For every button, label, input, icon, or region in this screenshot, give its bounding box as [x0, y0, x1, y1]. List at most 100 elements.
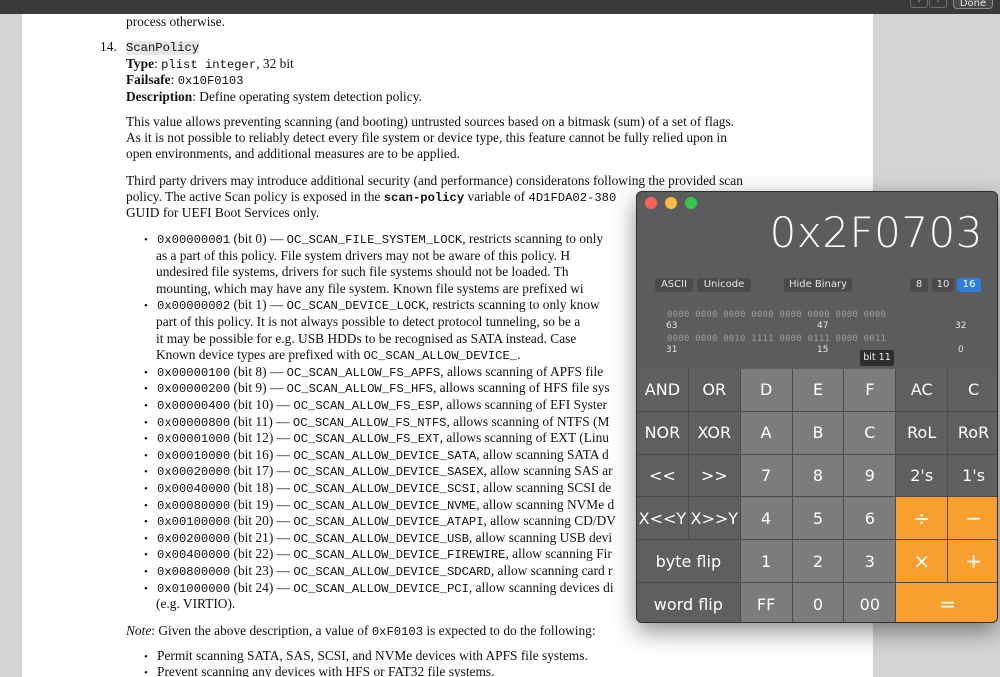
key-x-y-button[interactable]: X<<Y [637, 497, 688, 540]
bit-index-label: 63 [666, 321, 678, 331]
bullet-icon: • [144, 516, 148, 529]
flag-description: , allow scanning devices di [468, 579, 614, 595]
bullet-icon: • [144, 383, 148, 396]
key-op-button[interactable]: + [948, 540, 997, 583]
flag-name: OC_SCAN_ALLOW_FS_EXT [293, 432, 440, 447]
flag-bit: (bit 0) — [230, 231, 287, 246]
unicode-button[interactable]: Unicode [697, 278, 751, 292]
key-3-button[interactable]: 3 [844, 540, 896, 583]
key-c-button[interactable]: C [948, 369, 997, 411]
bullet-icon: • [144, 400, 148, 412]
key-op-button[interactable]: ÷ [896, 497, 948, 540]
key-xor-button[interactable]: XOR [688, 411, 740, 454]
key-8-button[interactable]: 8 [792, 454, 844, 497]
key-op-button[interactable]: = [896, 583, 997, 622]
flag-value: 0x00020000 [157, 465, 231, 480]
key-e-button[interactable]: E [792, 369, 844, 411]
key-9-button[interactable]: 9 [844, 454, 896, 497]
previous-page-button[interactable]: ‹ [910, 0, 928, 8]
flag-item: 0x00000100 (bit 8) — OC_SCAN_ALLOW_FS_AP… [157, 364, 603, 381]
bullet-icon: • [144, 416, 148, 429]
flag-bit: (bit 22) — [230, 546, 294, 562]
key-d-button[interactable]: D [740, 369, 792, 411]
note-label: Note [126, 623, 152, 638]
next-page-button[interactable]: › [929, 0, 947, 8]
flag-bit: (bit 19) — [230, 496, 294, 512]
description-value: : Define operating system detection poli… [192, 89, 422, 104]
key-op-button[interactable]: << [637, 454, 688, 497]
key-word-flip-button[interactable]: word flip [637, 583, 740, 622]
close-window-button[interactable] [645, 197, 657, 209]
key-5-button[interactable]: 5 [792, 497, 844, 540]
calculator-window[interactable]: 0x2F0703 ASCII Unicode Hide Binary 8 10 … [636, 191, 998, 623]
flag-value: 0x00000200 [157, 382, 231, 397]
key-4-button[interactable]: 4 [740, 497, 792, 540]
bullet-icon: • [144, 549, 148, 562]
binary-bits-high[interactable]: 0000 0000 0000 0000 0000 0000 0000 0000 [667, 310, 886, 320]
key-byte-flip-button[interactable]: byte flip [637, 540, 740, 583]
flag-description: , allows scanning of HFS file sys [432, 380, 610, 396]
flag-item: 0x00000002 (bit 1) — OC_SCAN_DEVICE_LOCK… [157, 297, 600, 314]
bullet-icon: • [144, 667, 148, 677]
base-16-button[interactable]: 16 [957, 278, 981, 292]
flag-description: , allow scanning SATA d [476, 446, 609, 462]
key-c-button[interactable]: C [844, 411, 896, 454]
key-2-button[interactable]: 2 [792, 540, 844, 583]
flag-value: 0x00000001 [157, 233, 231, 247]
key-b-button[interactable]: B [792, 411, 844, 454]
key-00-button[interactable]: 00 [844, 583, 896, 622]
key-ror-button[interactable]: RoR [948, 411, 997, 454]
flag-item: 0x00000800 (bit 11) — OC_SCAN_ALLOW_FS_N… [157, 414, 609, 431]
flag-value: 0x00080000 [157, 498, 231, 513]
list-item: Permit scanning SATA, SAS, SCSI, and NVM… [157, 648, 588, 663]
done-button[interactable]: Done [953, 0, 993, 9]
binary-bits-low[interactable]: 0000 0000 0010 1111 0000 0111 0000 0011 [667, 334, 886, 344]
chevron-right-icon: › [936, 0, 940, 6]
key-op-button[interactable]: × [896, 540, 948, 583]
flag-value: 0x00040000 [157, 482, 231, 496]
bullet-icon: • [144, 582, 148, 595]
flag-continuation: (e.g. VIRTIO). [156, 596, 236, 612]
code-run: OC_SCAN_ALLOW_DEVICE_ [363, 349, 518, 364]
paragraph-line: policy. The active Scan policy is expose… [126, 189, 616, 206]
bullet-icon: • [144, 234, 148, 246]
key-x-y-button[interactable]: X>>Y [688, 497, 740, 540]
key-6-button[interactable]: 6 [844, 497, 896, 540]
flag-bit: (bit 24) — [230, 579, 294, 595]
key-0-button[interactable]: 0 [792, 583, 844, 622]
type-line: Type: plist integer, 32 bit [126, 56, 294, 72]
flag-description: , allow scanning SCSI de [476, 480, 612, 495]
key-ac-button[interactable]: AC [896, 369, 948, 411]
flag-description: , allows scanning of EXT (Linu [439, 430, 609, 446]
key-or-button[interactable]: OR [688, 369, 740, 411]
key-2-s-button[interactable]: 2's [896, 454, 948, 497]
key-f-button[interactable]: F [844, 369, 896, 411]
key-and-button[interactable]: AND [637, 369, 688, 411]
flag-value: 0x00000100 [157, 365, 231, 380]
key-ff-button[interactable]: FF [740, 583, 792, 622]
flag-name: OC_SCAN_ALLOW_DEVICE_NVME [293, 498, 477, 513]
key-7-button[interactable]: 7 [740, 454, 792, 497]
key-nor-button[interactable]: NOR [637, 411, 688, 454]
key-1-s-button[interactable]: 1's [948, 454, 997, 497]
key-a-button[interactable]: A [740, 411, 792, 454]
zoom-window-button[interactable] [685, 197, 697, 209]
hide-binary-button[interactable]: Hide Binary [784, 278, 852, 292]
flag-value: 0x00000002 [157, 299, 231, 314]
paragraph-line: As it is not possible to reliably detect… [126, 130, 727, 145]
key-1-button[interactable]: 1 [740, 540, 792, 583]
flag-name: OC_SCAN_ALLOW_FS_ESP [293, 399, 440, 413]
flag-description: , allow scanning CD/DV [483, 513, 616, 529]
key-rol-button[interactable]: RoL [896, 411, 948, 454]
flag-name: OC_SCAN_ALLOW_FS_NTFS [292, 415, 447, 430]
minimize-window-button[interactable] [665, 197, 677, 209]
base-8-button[interactable]: 8 [910, 278, 928, 292]
flag-name: OC_SCAN_ALLOW_DEVICE_SDCARD [293, 565, 491, 579]
key-op-button[interactable]: >> [688, 454, 740, 497]
flag-name: OC_SCAN_ALLOW_DEVICE_FIREWIRE [293, 548, 506, 563]
code-run: 4D1FDA02-380 [528, 191, 617, 205]
item-name: ScanPolicy [126, 41, 200, 55]
base-10-button[interactable]: 10 [932, 278, 954, 292]
ascii-button[interactable]: ASCII [655, 278, 693, 292]
key-op-button[interactable]: − [948, 497, 997, 540]
